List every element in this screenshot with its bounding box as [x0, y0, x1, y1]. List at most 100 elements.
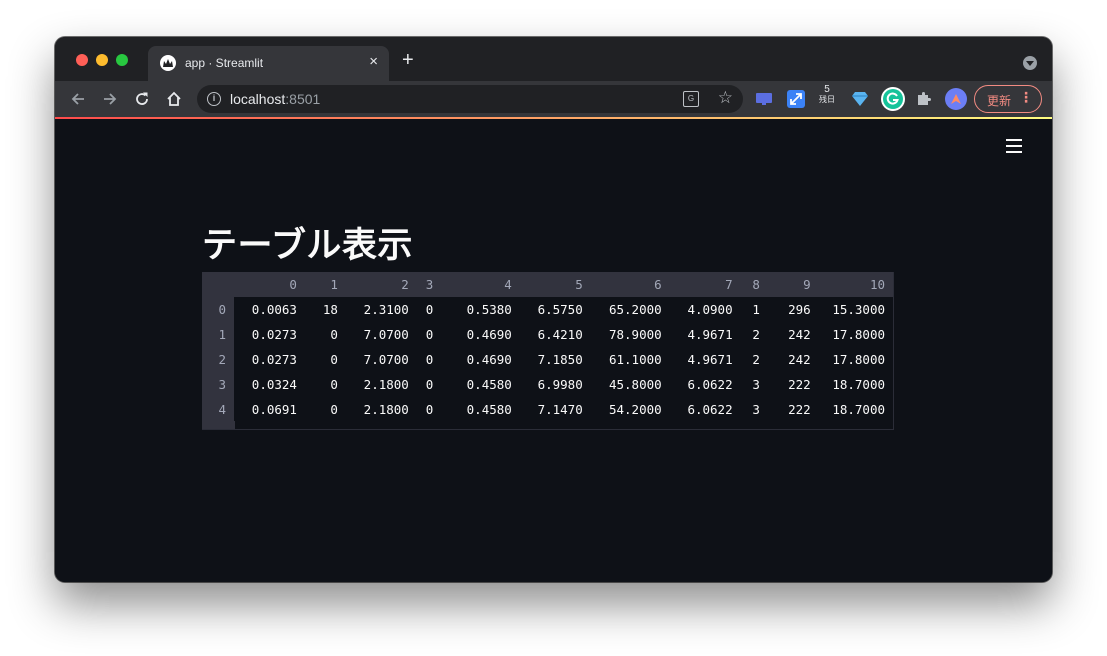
table-cell[interactable]: 7.1850	[520, 347, 591, 372]
screen-extension-icon[interactable]	[754, 89, 774, 109]
column-header-cell[interactable]: 4	[441, 272, 520, 297]
table-cell[interactable]: 0	[417, 372, 441, 397]
minimize-window-button[interactable]	[96, 54, 108, 66]
column-header-cell[interactable]: 0	[234, 272, 305, 297]
hamburger-menu-icon[interactable]	[1006, 139, 1022, 153]
table-cell[interactable]: 0	[305, 397, 346, 422]
table-cell[interactable]: 2.3100	[346, 297, 417, 322]
countdown-extension-badge[interactable]: 5 残日	[816, 84, 838, 104]
table-cell[interactable]: 242	[768, 347, 819, 372]
row-index-cell[interactable]: 1	[202, 322, 235, 347]
puzzle-extensions-icon[interactable]	[914, 89, 934, 109]
table-cell[interactable]: 0.0324	[234, 372, 305, 397]
dataframe[interactable]: 0 1 2 3 4 5 6 7 8 9 10 0 0.0063 18 2.3100 0 0.5380 6.575…	[202, 272, 894, 430]
data-table: 0 1 2 3 4 5 6 7 8 9 10 0 0.0063 18 2.3100 0 0.5380 6.575…	[202, 272, 893, 422]
table-cell[interactable]: 242	[768, 322, 819, 347]
table-cell[interactable]: 18	[305, 297, 346, 322]
table-cell[interactable]: 3	[741, 372, 768, 397]
grammarly-icon[interactable]	[881, 87, 905, 111]
browser-tab[interactable]: app · Streamlit ×	[148, 46, 389, 81]
table-cell[interactable]: 4.0900	[670, 297, 741, 322]
more-menu-icon[interactable]: ⋮	[1019, 89, 1033, 106]
zoom-window-button[interactable]	[116, 54, 128, 66]
url-text[interactable]: localhost:8501	[230, 91, 320, 107]
column-header-cell[interactable]: 8	[740, 272, 768, 297]
table-cell[interactable]: 7.0700	[346, 322, 417, 347]
column-header-cell[interactable]: 10	[818, 272, 893, 297]
index-header-cell[interactable]	[202, 272, 235, 297]
table-cell[interactable]: 0	[417, 347, 441, 372]
table-cell[interactable]: 4.9671	[670, 347, 741, 372]
table-cell[interactable]: 0	[417, 297, 441, 322]
table-cell[interactable]: 0.0063	[234, 297, 305, 322]
row-index-cell[interactable]: 4	[202, 397, 235, 422]
table-cell[interactable]: 2.1800	[346, 397, 417, 422]
home-icon[interactable]	[163, 88, 185, 110]
table-cell[interactable]: 0.4580	[441, 397, 520, 422]
row-index-cell[interactable]: 3	[202, 372, 235, 397]
table-cell[interactable]: 0	[417, 322, 441, 347]
column-header-cell[interactable]: 2	[345, 272, 417, 297]
table-cell[interactable]: 6.9980	[520, 372, 591, 397]
table-cell[interactable]: 65.2000	[591, 297, 670, 322]
table-cell[interactable]: 61.1000	[591, 347, 670, 372]
table-cell[interactable]: 78.9000	[591, 322, 670, 347]
table-cell[interactable]: 0.4580	[441, 372, 520, 397]
row-index-cell[interactable]: 0	[202, 297, 235, 322]
close-window-button[interactable]	[76, 54, 88, 66]
row-index-cell[interactable]: 2	[202, 347, 235, 372]
table-cell[interactable]: 17.8000	[819, 322, 893, 347]
column-header-cell[interactable]: 3	[416, 272, 442, 297]
forward-arrow-icon[interactable]	[99, 88, 121, 110]
column-header-cell[interactable]: 7	[669, 272, 741, 297]
tab-search-icon[interactable]	[1023, 56, 1037, 70]
table-cell[interactable]: 222	[768, 397, 819, 422]
table-cell[interactable]: 0.0691	[234, 397, 305, 422]
table-cell[interactable]: 18.7000	[819, 397, 893, 422]
back-arrow-icon[interactable]	[67, 88, 89, 110]
table-cell[interactable]: 0	[305, 347, 346, 372]
table-cell[interactable]: 6.4210	[520, 322, 591, 347]
diamond-extension-icon[interactable]	[850, 89, 870, 109]
table-cell[interactable]: 3	[741, 397, 768, 422]
profile-avatar[interactable]	[945, 88, 967, 110]
table-cell[interactable]: 45.8000	[591, 372, 670, 397]
table-cell[interactable]: 0.5380	[441, 297, 520, 322]
table-cell[interactable]: 0.0273	[234, 347, 305, 372]
table-cell[interactable]: 0	[417, 397, 441, 422]
table-cell[interactable]: 0	[305, 322, 346, 347]
table-cell[interactable]: 2	[741, 347, 768, 372]
column-header-cell[interactable]: 5	[519, 272, 591, 297]
table-cell[interactable]: 0.4690	[441, 347, 520, 372]
table-cell[interactable]: 1	[741, 297, 768, 322]
table-cell[interactable]: 0.0273	[234, 322, 305, 347]
translate-icon[interactable]: G	[683, 91, 699, 107]
table-cell[interactable]: 18.7000	[819, 372, 893, 397]
table-cell[interactable]: 0	[305, 372, 346, 397]
column-header-cell[interactable]: 6	[590, 272, 670, 297]
table-cell[interactable]: 54.2000	[591, 397, 670, 422]
table-cell[interactable]: 0.4690	[441, 322, 520, 347]
table-cell[interactable]: 6.0622	[670, 372, 741, 397]
new-tab-button[interactable]: +	[402, 50, 414, 70]
reload-icon[interactable]	[131, 88, 153, 110]
table-cell[interactable]: 6.5750	[520, 297, 591, 322]
address-bar[interactable]: i localhost:8501 G ☆	[197, 85, 743, 113]
update-button[interactable]: 更新 ⋮	[974, 85, 1042, 113]
table-cell[interactable]: 15.3000	[819, 297, 893, 322]
column-header-cell[interactable]: 1	[304, 272, 346, 297]
table-cell[interactable]: 4.9671	[670, 322, 741, 347]
table-cell[interactable]: 7.1470	[520, 397, 591, 422]
table-cell[interactable]: 222	[768, 372, 819, 397]
table-cell[interactable]: 296	[768, 297, 819, 322]
expand-extension-icon[interactable]	[786, 89, 806, 109]
table-cell[interactable]: 6.0622	[670, 397, 741, 422]
tab-close-icon[interactable]: ×	[369, 54, 378, 70]
column-header-cell[interactable]: 9	[767, 272, 819, 297]
site-info-icon[interactable]: i	[207, 92, 221, 106]
table-cell[interactable]: 2	[741, 322, 768, 347]
table-cell[interactable]: 7.0700	[346, 347, 417, 372]
table-cell[interactable]: 2.1800	[346, 372, 417, 397]
bookmark-star-icon[interactable]: ☆	[718, 88, 733, 108]
table-cell[interactable]: 17.8000	[819, 347, 893, 372]
